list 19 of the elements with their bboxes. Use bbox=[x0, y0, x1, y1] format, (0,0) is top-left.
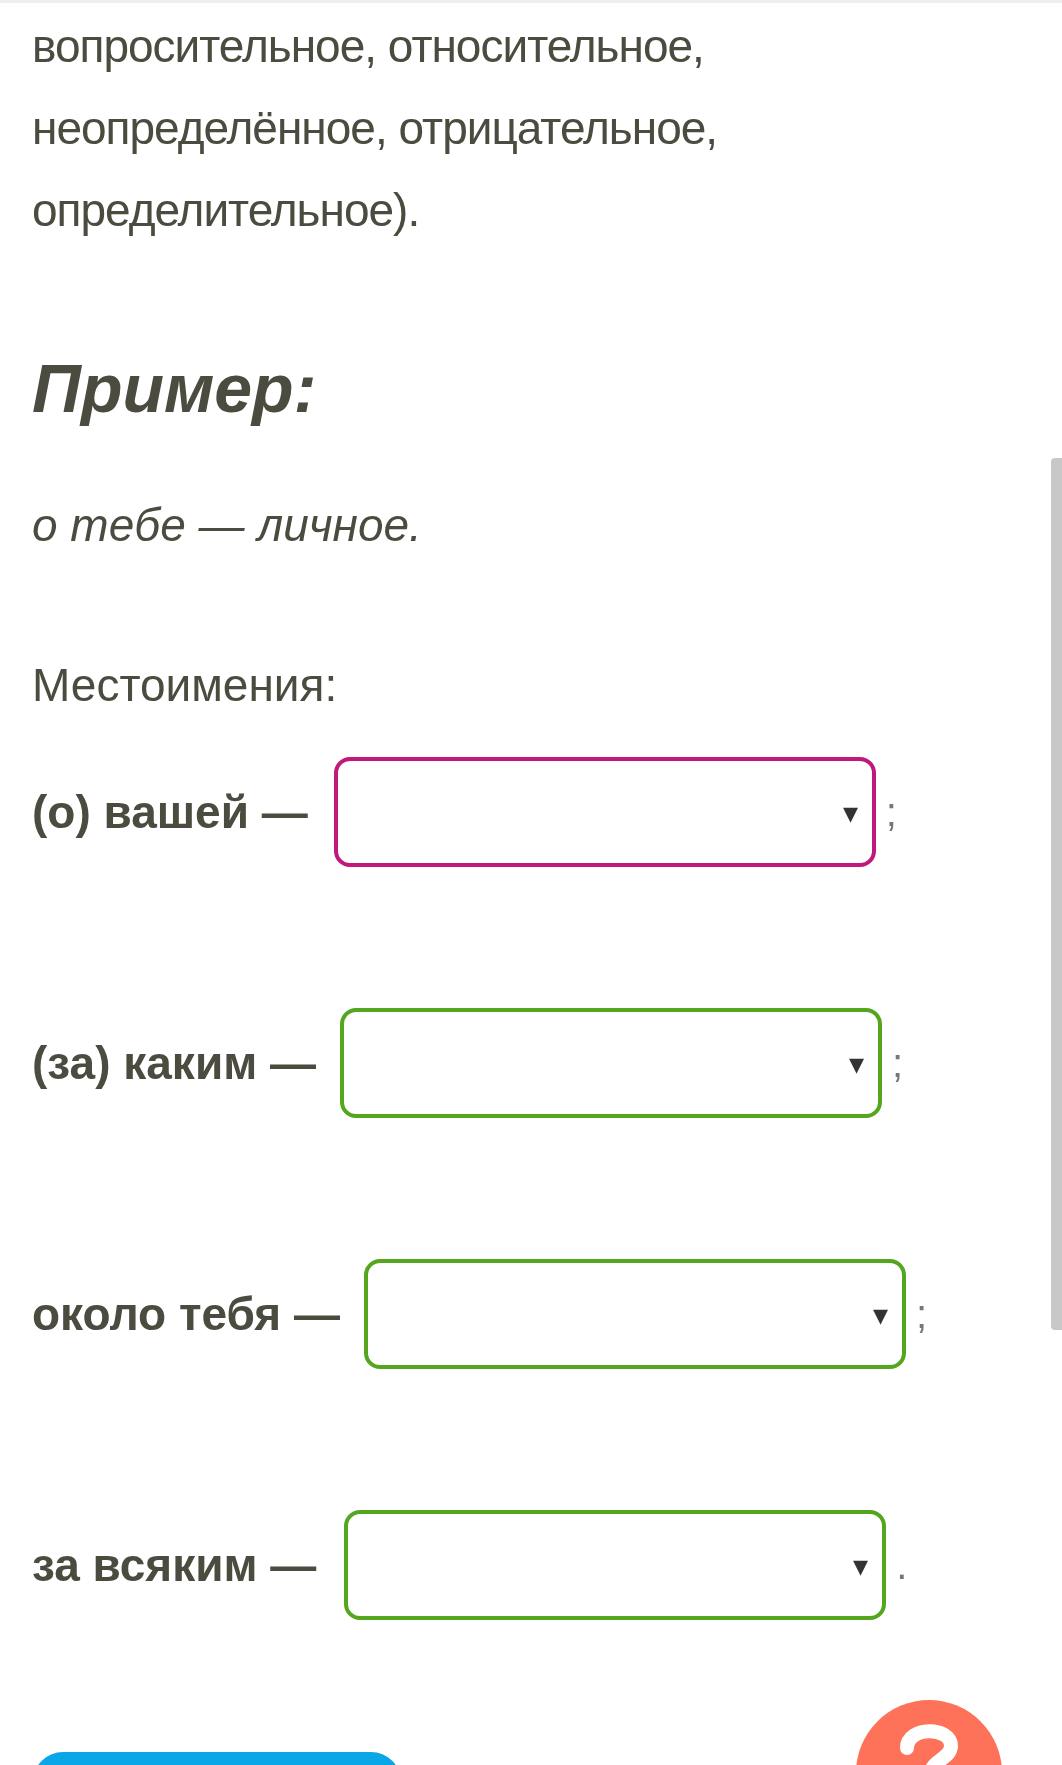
punctuation: . bbox=[896, 1542, 908, 1589]
punctuation: ; bbox=[915, 1291, 928, 1338]
pronoun-word: за всяким — bbox=[32, 1537, 317, 1593]
pronouns-label: Местоимения: bbox=[32, 658, 339, 713]
punctuation: ; bbox=[885, 789, 897, 836]
paragraph-line: неопределённое, отрицательное, bbox=[32, 101, 719, 156]
paragraph-line: вопросительное, относительное, bbox=[32, 19, 705, 74]
answer-select[interactable]: ▾ bbox=[363, 1259, 906, 1369]
example-heading: Пример: bbox=[32, 349, 318, 428]
pronoun-word: (о) вашей — bbox=[32, 784, 308, 840]
pronoun-word: (за) каким — bbox=[32, 1035, 316, 1091]
pronoun-word: около тебя — bbox=[32, 1286, 340, 1342]
question-icon bbox=[899, 1722, 959, 1765]
answer-select[interactable]: ▾ bbox=[340, 1008, 882, 1118]
answer-select[interactable]: ▾ bbox=[333, 757, 876, 867]
answer-select[interactable]: ▾ bbox=[344, 1510, 887, 1620]
paragraph-line: определительное). bbox=[32, 183, 421, 238]
punctuation: ; bbox=[892, 1040, 904, 1087]
example-text: о тебе — личное. bbox=[32, 498, 423, 553]
